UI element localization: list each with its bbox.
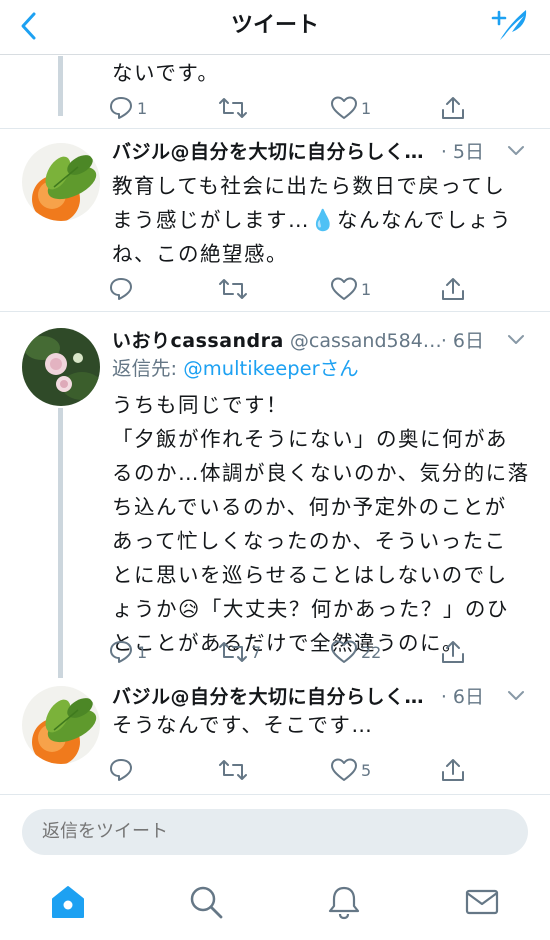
retweet-icon xyxy=(219,98,247,118)
search-icon[interactable] xyxy=(188,884,224,920)
reply-icon xyxy=(110,278,132,300)
replying-to: 返信先: @multikeeperさん xyxy=(112,354,359,384)
chevron-down-icon[interactable] xyxy=(506,332,526,348)
share-icon xyxy=(442,641,464,663)
tweet-text: そうなんです、そこです… xyxy=(112,713,374,737)
top-bar: ツイート xyxy=(0,0,550,55)
tweet-text: うちも同じです！ 「夕飯が作れそうにない」の奥に何があ るのか…体調が良くないの… xyxy=(112,393,530,655)
like-button[interactable]: 1 xyxy=(330,275,371,303)
like-button[interactable]: 5 xyxy=(330,756,371,784)
tweet[interactable]: バジル@自分を大切に自分らしく… · 5日 教育しても社会に出たら数日で戻ってし… xyxy=(0,129,550,311)
reply-button[interactable] xyxy=(108,756,137,784)
mention-link[interactable]: @multikeeper xyxy=(183,357,319,380)
retweet-button[interactable]: 7 xyxy=(218,638,261,666)
share-icon xyxy=(442,97,464,119)
reply-count: 1 xyxy=(137,642,148,662)
username[interactable]: @cassand584… xyxy=(290,330,442,352)
reply-button[interactable]: 1 xyxy=(108,94,147,122)
notifications-icon[interactable] xyxy=(326,884,362,920)
tweet-previous[interactable]: ないです。 1 1 xyxy=(0,56,550,128)
avatar[interactable] xyxy=(22,328,100,406)
page-title: ツイート xyxy=(230,13,319,38)
tweet-actions: 5 xyxy=(108,756,478,784)
avatar[interactable] xyxy=(22,143,100,221)
reply-count: 1 xyxy=(137,98,148,118)
roses-avatar-image xyxy=(22,328,100,406)
retweet-icon xyxy=(219,279,247,299)
share-button[interactable] xyxy=(440,94,466,122)
home-icon[interactable] xyxy=(50,884,86,920)
tweet-actions: 1 7 22 xyxy=(108,638,478,666)
bottom-tab-bar xyxy=(0,866,550,940)
basil-orange-avatar-image xyxy=(22,143,100,221)
share-button[interactable] xyxy=(440,275,466,303)
like-button[interactable]: 1 xyxy=(330,94,371,122)
share-icon xyxy=(442,278,464,300)
like-count: 1 xyxy=(361,279,372,299)
share-icon xyxy=(442,759,464,781)
replying-to-label: 返信先: xyxy=(112,357,184,380)
tweet-text: ないです。 xyxy=(112,61,220,85)
tweet-text: 教育しても社会に出たら数日で戻ってし まう感じがします…💧なんなんでしょう ね、… xyxy=(112,174,512,266)
retweet-icon xyxy=(219,642,247,662)
display-name[interactable]: いおりcassandra xyxy=(112,330,284,352)
messages-icon[interactable] xyxy=(464,884,500,920)
like-count: 22 xyxy=(361,642,382,662)
basil-orange-avatar-image xyxy=(22,686,100,764)
compose-tweet-icon[interactable] xyxy=(490,6,530,44)
reply-icon xyxy=(110,97,132,119)
tweet[interactable]: バジル@自分を大切に自分らしく… · 6日 そうなんです、そこです… 5 xyxy=(0,678,550,794)
like-button[interactable]: 22 xyxy=(330,638,381,666)
tweet-header: いおりcassandra @cassand584… · 6日 xyxy=(112,326,536,356)
retweet-icon xyxy=(219,760,247,780)
reply-icon xyxy=(110,759,132,781)
timestamp[interactable]: · 5日 xyxy=(441,137,484,167)
heart-icon xyxy=(331,277,357,300)
like-count: 1 xyxy=(361,98,372,118)
reply-button[interactable] xyxy=(108,275,137,303)
retweet-button[interactable] xyxy=(218,756,251,784)
share-button[interactable] xyxy=(440,756,466,784)
chevron-down-icon[interactable] xyxy=(506,688,526,704)
tweet-actions: 1 1 xyxy=(108,94,478,122)
share-button[interactable] xyxy=(440,638,466,666)
retweet-count: 7 xyxy=(251,642,262,662)
tweet-actions: 1 xyxy=(108,275,478,303)
reply-icon xyxy=(110,641,132,663)
display-name[interactable]: バジル@自分を大切に自分らしく… xyxy=(112,686,424,708)
timestamp[interactable]: · 6日 xyxy=(441,326,484,356)
reply-input[interactable] xyxy=(22,809,528,855)
retweet-button[interactable] xyxy=(218,275,251,303)
retweet-button[interactable] xyxy=(218,94,251,122)
mention-suffix: さん xyxy=(319,357,359,380)
reply-composer xyxy=(0,794,550,866)
tweet[interactable]: いおりcassandra @cassand584… · 6日 返信先: @mul… xyxy=(0,312,550,678)
display-name[interactable]: バジル@自分を大切に自分らしく… xyxy=(112,141,424,163)
heart-icon xyxy=(331,758,357,781)
heart-icon xyxy=(331,640,357,663)
avatar[interactable] xyxy=(22,686,100,764)
tweet-header: バジル@自分を大切に自分らしく… · 5日 xyxy=(112,137,536,167)
heart-icon xyxy=(331,96,357,119)
like-count: 5 xyxy=(361,760,372,780)
reply-button[interactable]: 1 xyxy=(108,638,147,666)
chevron-down-icon[interactable] xyxy=(506,143,526,159)
